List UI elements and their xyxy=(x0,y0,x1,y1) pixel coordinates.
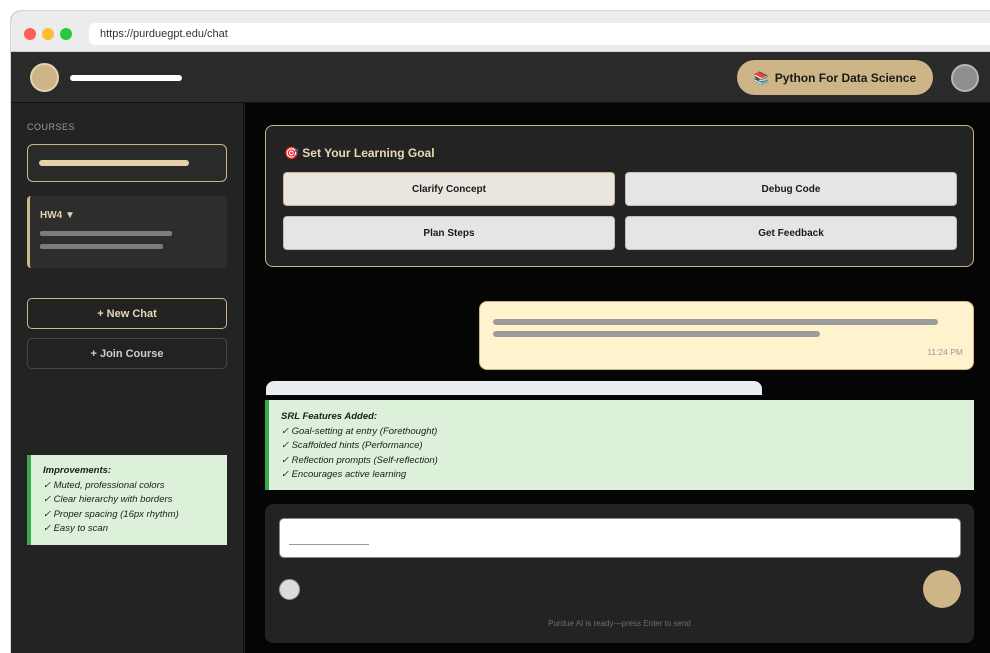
minimize-window-button[interactable] xyxy=(42,28,54,40)
message-composer: Purdue AI is ready—press Enter to send xyxy=(265,504,974,643)
assistant-message-bubble xyxy=(266,381,762,395)
target-icon: 🎯 xyxy=(284,146,299,160)
message-line-placeholder xyxy=(493,331,820,337)
input-placeholder-line xyxy=(289,544,369,545)
new-chat-button[interactable]: + New Chat xyxy=(27,298,227,329)
message-input[interactable] xyxy=(279,518,961,558)
avatar[interactable] xyxy=(951,64,979,92)
assignment-line-placeholder xyxy=(40,244,163,249)
sidebar-course-item[interactable] xyxy=(27,144,227,182)
sidebar-assignment-card[interactable]: HW4 ▼ xyxy=(27,196,227,268)
goal-title-text: Set Your Learning Goal xyxy=(302,146,435,160)
join-course-button[interactable]: + Join Course xyxy=(27,338,227,369)
get-feedback-button[interactable]: Get Feedback xyxy=(625,216,957,250)
assignment-label[interactable]: HW4 ▼ xyxy=(40,210,75,221)
note-item: ✓ Easy to scan xyxy=(43,523,108,534)
composer-status-text: Purdue AI is ready—press Enter to send xyxy=(548,619,691,628)
note-item: ✓ Goal-setting at entry (Forethought) xyxy=(281,425,438,437)
close-window-button[interactable] xyxy=(24,28,36,40)
note-title: SRL Features Added: xyxy=(281,411,378,422)
attach-button[interactable] xyxy=(279,579,300,600)
clarify-concept-button[interactable]: Clarify Concept xyxy=(283,172,615,206)
zoom-window-button[interactable] xyxy=(60,28,72,40)
note-title: Improvements: xyxy=(43,465,112,476)
note-item: ✓ Clear hierarchy with borders xyxy=(43,494,173,505)
note-item: ✓ Proper spacing (16px rhythm) xyxy=(43,508,179,520)
improvements-note: Improvements: ✓ Muted, professional colo… xyxy=(27,455,227,545)
books-icon: 📚 xyxy=(753,70,769,85)
course-name-placeholder xyxy=(39,160,189,166)
browser-chrome: https://purduegpt.edu/chat xyxy=(11,11,990,52)
app-header: 📚 Python For Data Science xyxy=(11,52,990,103)
send-button[interactable] xyxy=(923,570,961,608)
sidebar-section-label: COURSES xyxy=(27,122,76,132)
course-pill-label: Python For Data Science xyxy=(774,70,917,85)
assignment-line-placeholder xyxy=(40,231,172,236)
goal-title: 🎯 Set Your Learning Goal xyxy=(284,146,435,160)
address-bar[interactable]: https://purduegpt.edu/chat xyxy=(89,23,990,45)
message-timestamp: 11:24 PM xyxy=(927,347,963,357)
note-item: ✓ Encourages active learning xyxy=(281,469,407,480)
debug-code-button[interactable]: Debug Code xyxy=(625,172,957,206)
app-logo[interactable] xyxy=(30,63,59,92)
message-line-placeholder xyxy=(493,319,938,325)
srl-features-note: SRL Features Added: ✓ Goal-setting at en… xyxy=(265,400,974,490)
note-item: ✓ Scaffolded hints (Performance) xyxy=(281,440,423,451)
browser-window: https://purduegpt.edu/chat 📚 Python For … xyxy=(11,11,990,653)
sidebar: COURSES HW4 ▼ + New Chat + Join Course I… xyxy=(11,103,244,653)
plan-steps-button[interactable]: Plan Steps xyxy=(283,216,615,250)
learning-goal-card: 🎯 Set Your Learning Goal Clarify Concept… xyxy=(265,125,974,267)
course-selector-pill[interactable]: 📚 Python For Data Science xyxy=(737,60,933,95)
chat-main: 🎯 Set Your Learning Goal Clarify Concept… xyxy=(245,103,990,653)
note-item: ✓ Muted, professional colors xyxy=(43,479,165,491)
note-item: ✓ Reflection prompts (Self-reflection) xyxy=(281,454,438,466)
app-title-placeholder xyxy=(70,75,182,81)
user-message-bubble: 11:24 PM xyxy=(479,301,974,370)
